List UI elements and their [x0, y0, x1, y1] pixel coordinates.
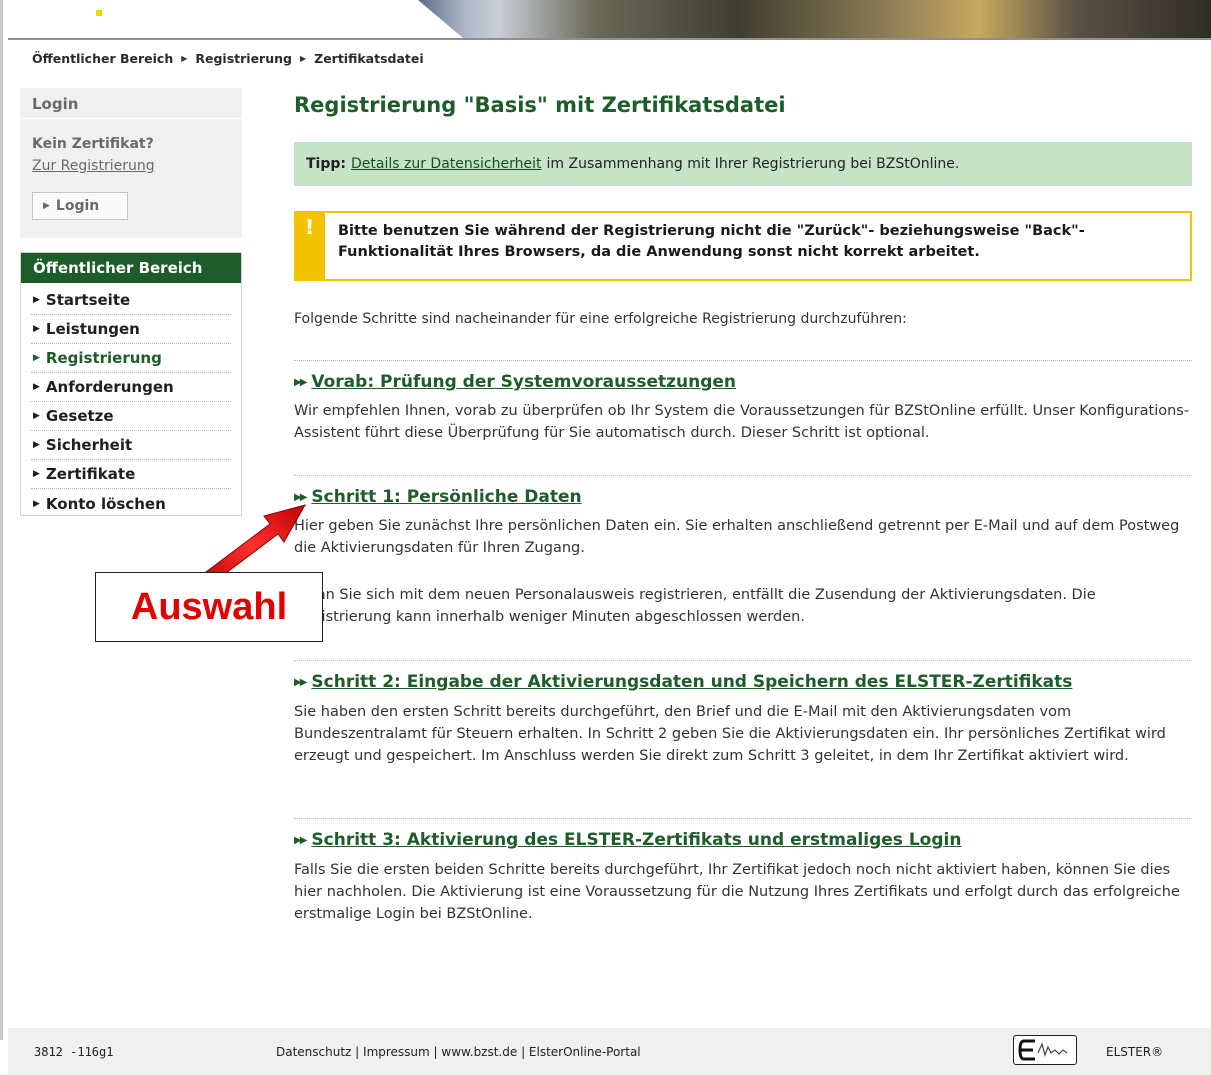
sidebar-item-label: Registrierung [45, 349, 162, 367]
double-chevron-right-icon: ▶▶ [294, 834, 307, 846]
login-button-label: Login [55, 198, 100, 214]
tip-text: im Zusammenhang mit Ihrer Registrierung … [546, 156, 960, 172]
login-button[interactable]: ▶ Login [32, 192, 128, 220]
login-panel-title: Login [32, 95, 79, 113]
header-banner [8, 0, 1211, 38]
login-panel: Login Kein Zertifikat? Zur Registrierung… [20, 88, 242, 238]
footer-version-code: 3812 -116g1 [34, 1045, 114, 1059]
footer-links: Datenschutz | Impressum | www.bzst.de | … [276, 1045, 641, 1059]
sidebar-item-leistungen[interactable]: ▶ Leistungen [31, 315, 231, 344]
breadcrumb-separator-icon: ▶ [299, 54, 307, 63]
section-divider [294, 475, 1192, 476]
warning-text: Bitte benutzen Sie während der Registrie… [338, 223, 1085, 260]
exclamation-icon: ! [305, 215, 315, 239]
triangle-right-icon: ▶ [33, 498, 40, 509]
sidebar-item-registrierung[interactable]: ▶ Registrierung [31, 344, 231, 373]
section-divider [294, 818, 1192, 819]
sidebar-item-label: Gesetze [45, 407, 114, 425]
footer-link-bzst[interactable]: www.bzst.de [441, 1045, 517, 1059]
sidebar-item-label: Leistungen [45, 320, 140, 338]
footer-link-elsteronline-portal[interactable]: ElsterOnline-Portal [529, 1045, 641, 1059]
footer-link-impressum[interactable]: Impressum [363, 1045, 430, 1059]
step-2-link[interactable]: Schritt 2: Eingabe der Aktivierungsdaten… [311, 672, 1072, 692]
page-left-border [0, 0, 3, 1040]
step-3-description: Falls Sie die ersten beiden Schritte ber… [294, 862, 1180, 922]
breadcrumb-item-certificate-file: Zertifikatsdatei [314, 51, 424, 66]
elster-logo-graphic [1018, 1039, 1068, 1061]
footer-separator: | [351, 1045, 364, 1059]
triangle-right-icon: ▶ [33, 440, 40, 450]
sidebar-nav-list: ▶ Startseite ▶ Leistungen ▶ Registrierung ▶… [31, 286, 231, 518]
step-vorab-link[interactable]: Vorab: Prüfung der Systemvoraussetzungen [311, 372, 736, 392]
section-divider [294, 660, 1192, 661]
sidebar-item-label: Zertifikate [45, 465, 136, 483]
sidebar-item-label: Sicherheit [45, 436, 133, 454]
annotation-label: Auswahl [95, 572, 323, 642]
triangle-right-icon: ▶ [33, 411, 40, 421]
step-vorab-title[interactable]: ▶▶ Vorab: Prüfung der Systemvoraussetzun… [294, 372, 736, 392]
step-1-note: Wenn Sie sich mit dem neuen Personalausw… [294, 587, 1096, 625]
section-divider [294, 360, 1192, 361]
data-security-link[interactable]: Details zur Datensicherheit [351, 156, 542, 172]
double-chevron-right-icon: ▶▶ [294, 376, 307, 388]
no-certificate-label: Kein Zertifikat? [32, 136, 154, 152]
triangle-right-icon: ▶ [33, 382, 40, 392]
triangle-right-icon: ▶ [33, 295, 40, 305]
step-1-link[interactable]: Schritt 1: Persönliche Daten [311, 487, 581, 507]
header-divider [8, 38, 1211, 40]
triangle-right-icon: ▶ [33, 324, 40, 334]
sidebar-item-sicherheit[interactable]: ▶ Sicherheit [31, 431, 231, 460]
step-3-title[interactable]: ▶▶ Schritt 3: Aktivierung des ELSTER-Zer… [294, 830, 961, 850]
triangle-right-icon: ▶ [43, 201, 50, 211]
logo-mark [96, 10, 102, 16]
sidebar-navigation: Öffentlicher Bereich ▶ Startseite ▶ Leistu… [20, 252, 242, 516]
sidebar-item-label: Konto löschen [45, 494, 166, 513]
header-photo [418, 0, 1211, 38]
footer-brand: ELSTER® [1106, 1045, 1164, 1059]
triangle-right-icon: ▶ [33, 469, 40, 479]
tip-banner: Tipp: Details zur Datensicherheit im Zus… [294, 142, 1192, 186]
footer: 3812 -116g1 Datenschutz | Impressum | ww… [8, 1028, 1211, 1075]
warning-stripe: ! [296, 213, 325, 279]
step-2-description: Sie haben den ersten Schritt bereits dur… [294, 704, 1166, 764]
warning-box: ! Bitte benutzen Sie während der Registr… [294, 211, 1192, 281]
register-link[interactable]: Zur Registrierung [32, 158, 155, 174]
step-vorab-description: Wir empfehlen Ihnen, vorab zu überprüfen… [294, 403, 1190, 441]
tip-label: Tipp: [306, 156, 346, 172]
login-panel-divider [20, 118, 242, 119]
sidebar-nav-header: Öffentlicher Bereich [21, 253, 241, 283]
step-3-link[interactable]: Schritt 3: Aktivierung des ELSTER-Zertif… [311, 830, 961, 850]
step-1-description: Hier geben Sie zunächst Ihre persönliche… [294, 518, 1180, 556]
breadcrumb-separator-icon: ▶ [181, 54, 188, 63]
step-2-title[interactable]: ▶▶ Schritt 2: Eingabe der Aktivierungsda… [294, 672, 1072, 692]
elster-logo-icon[interactable] [1013, 1035, 1077, 1065]
page-title: Registrierung "Basis" mit Zertifikatsdat… [294, 93, 786, 117]
footer-link-datenschutz[interactable]: Datenschutz [276, 1045, 351, 1059]
footer-separator: | [517, 1045, 529, 1059]
intro-text: Folgende Schritte sind nacheinander für … [294, 311, 907, 327]
sidebar-item-label: Anforderungen [45, 378, 174, 396]
sidebar-item-label: Startseite [45, 291, 131, 309]
breadcrumb-item-public[interactable]: Öffentlicher Bereich [32, 51, 173, 66]
sidebar-item-zertifikate[interactable]: ▶ Zertifikate [31, 460, 231, 489]
breadcrumb-item-registration[interactable]: Registrierung [195, 51, 292, 66]
sidebar-item-anforderungen[interactable]: ▶ Anforderungen [31, 373, 231, 402]
footer-separator: | [429, 1045, 442, 1059]
breadcrumb: Öffentlicher Bereich ▶ Registrierung ▶ Z… [32, 51, 424, 66]
triangle-right-icon: ▶ [33, 353, 40, 363]
step-1-title[interactable]: ▶▶ Schritt 1: Persönliche Daten [294, 487, 582, 507]
sidebar-item-startseite[interactable]: ▶ Startseite [31, 286, 231, 315]
sidebar-item-gesetze[interactable]: ▶ Gesetze [31, 402, 231, 431]
double-chevron-right-icon: ▶▶ [294, 676, 307, 688]
